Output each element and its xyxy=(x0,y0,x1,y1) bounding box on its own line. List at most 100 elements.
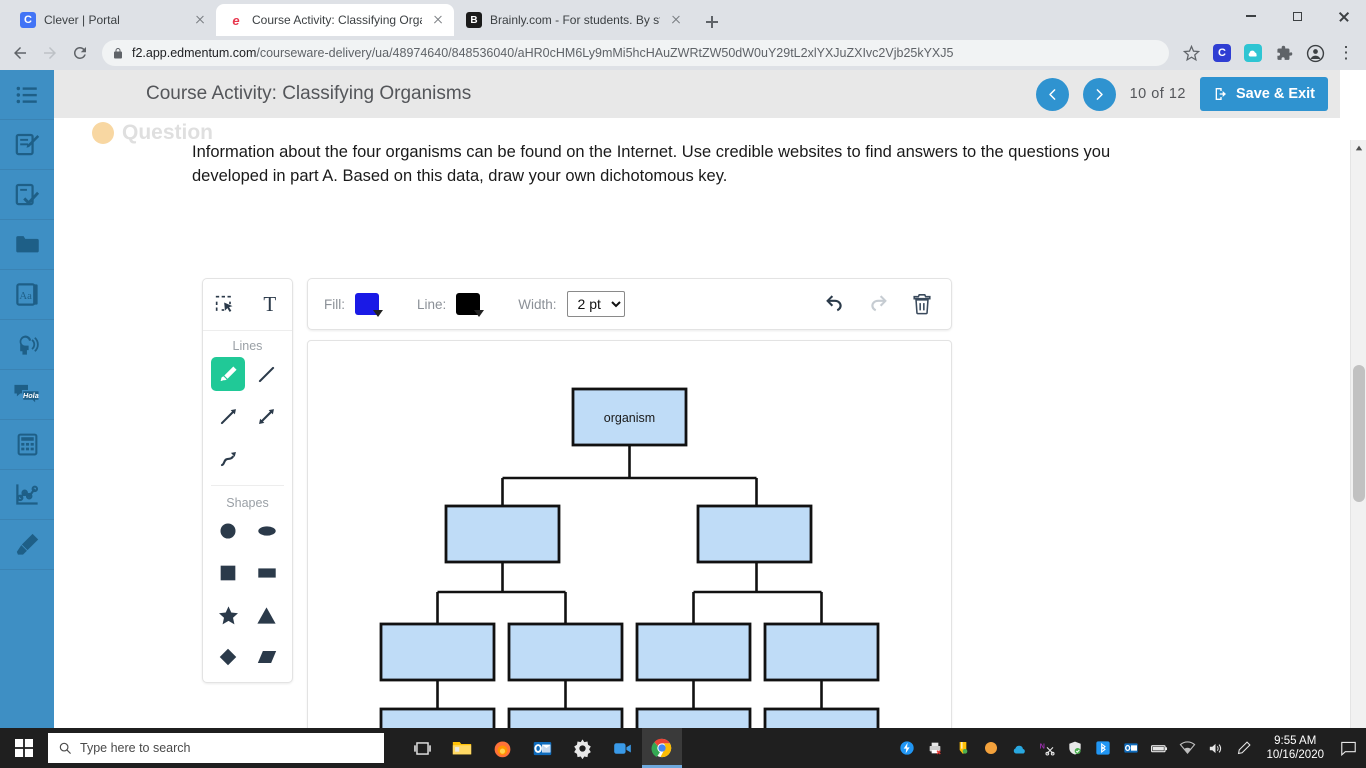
select-tool[interactable] xyxy=(208,288,242,322)
browser-tab-course-activity[interactable]: e Course Activity: Classifying Orga xyxy=(216,4,454,36)
square-shape-tool[interactable] xyxy=(211,556,245,590)
bookmark-star-icon[interactable] xyxy=(1177,39,1205,67)
forward-button[interactable] xyxy=(36,39,64,67)
circle-shape-tool[interactable] xyxy=(211,514,245,548)
sidebar-item-calculator[interactable] xyxy=(0,420,54,470)
list-icon xyxy=(16,86,37,103)
star-shape-tool[interactable] xyxy=(211,598,245,632)
node-box[interactable] xyxy=(696,504,813,564)
sidebar-item-resources[interactable] xyxy=(0,220,54,270)
node-box[interactable] xyxy=(635,622,752,682)
fill-color-swatch[interactable] xyxy=(355,293,383,317)
firefox-icon[interactable] xyxy=(482,728,522,768)
taskbar-clock[interactable]: 9:55 AM 10/16/2020 xyxy=(1258,734,1332,762)
page-scrollbar[interactable] xyxy=(1350,140,1366,768)
arrow-tool[interactable] xyxy=(211,399,245,433)
action-center-icon[interactable] xyxy=(1334,728,1362,768)
app-content: Course Activity: Classifying Organisms 1… xyxy=(54,70,1340,768)
reload-button[interactable] xyxy=(66,39,94,67)
delete-button[interactable] xyxy=(909,291,935,317)
node-box[interactable] xyxy=(379,622,496,682)
node-box[interactable] xyxy=(444,504,561,564)
drawing-canvas[interactable]: organism xyxy=(307,340,952,768)
tab-close-icon[interactable] xyxy=(668,12,684,28)
question-heading-ghost: Question xyxy=(92,120,213,146)
windows-security-icon[interactable] xyxy=(1062,728,1088,768)
arrow-icon xyxy=(220,408,236,424)
teal-extension-icon[interactable] xyxy=(1239,39,1267,67)
sidebar-item-highlighter[interactable] xyxy=(0,520,54,570)
scrollbar-thumb[interactable] xyxy=(1353,365,1365,502)
diamond-shape-tool[interactable] xyxy=(211,640,245,674)
redo-button[interactable] xyxy=(865,291,891,317)
sidebar-item-read-aloud[interactable] xyxy=(0,320,54,370)
extensions-puzzle-icon[interactable] xyxy=(1270,39,1298,67)
scroll-up-arrow[interactable] xyxy=(1351,140,1366,156)
tab-close-icon[interactable] xyxy=(430,12,446,28)
sidebar-item-table-of-contents[interactable] xyxy=(0,70,54,120)
clever-extension-icon[interactable]: C xyxy=(1208,39,1236,67)
onedrive-cloud-icon[interactable] xyxy=(1006,728,1032,768)
start-button[interactable] xyxy=(0,728,48,768)
translate-icon: Hola xyxy=(13,384,40,406)
sidebar-item-translate[interactable]: Hola xyxy=(0,370,54,420)
next-page-button[interactable] xyxy=(1082,77,1116,111)
sidebar-item-glossary[interactable]: Aa xyxy=(0,270,54,320)
power-flash-icon[interactable] xyxy=(894,728,920,768)
outlook-tray-icon[interactable] xyxy=(1118,728,1144,768)
onenote-scissors-icon[interactable]: N xyxy=(1034,728,1060,768)
task-view-icon[interactable] xyxy=(402,728,442,768)
outlook-icon[interactable] xyxy=(522,728,562,768)
profile-avatar-icon[interactable] xyxy=(1301,39,1329,67)
dictionary-icon: Aa xyxy=(15,283,38,306)
node-box[interactable] xyxy=(763,622,880,682)
pen-icon[interactable] xyxy=(1230,728,1256,768)
back-button[interactable] xyxy=(6,39,34,67)
shield-badge-icon[interactable] xyxy=(950,728,976,768)
node-box[interactable] xyxy=(507,622,624,682)
sidebar-item-notebook[interactable] xyxy=(0,120,54,170)
straight-line-tool[interactable] xyxy=(250,357,284,391)
wifi-icon[interactable] xyxy=(1174,728,1200,768)
window-minimize-button[interactable] xyxy=(1228,0,1274,32)
question-heading-label: Question xyxy=(122,121,214,144)
sidebar-item-graphing-tool[interactable] xyxy=(0,470,54,520)
width-select[interactable]: 2 pt xyxy=(566,291,625,317)
browser-tab-brainly[interactable]: B Brainly.com - For students. By stu xyxy=(454,4,692,36)
taskbar-search-box[interactable]: Type here to search xyxy=(48,733,384,763)
line-color-swatch[interactable] xyxy=(456,293,485,317)
orange-circle-icon[interactable] xyxy=(978,728,1004,768)
save-and-exit-button[interactable]: Save & Exit xyxy=(1200,77,1328,111)
text-tool[interactable]: T xyxy=(253,288,287,322)
tab-close-icon[interactable] xyxy=(192,12,208,28)
ellipse-shape-tool[interactable] xyxy=(250,514,284,548)
sidebar-item-assignments[interactable] xyxy=(0,170,54,220)
address-bar[interactable]: f2.app.edmentum.com/courseware-delivery/… xyxy=(102,40,1169,66)
browser-tab-clever[interactable]: C Clever | Portal xyxy=(8,4,216,36)
drawing-widget: T Lines Shapes Fill: Line: Width: 2 pt o… xyxy=(202,278,1002,768)
settings-gear-icon[interactable] xyxy=(562,728,602,768)
tab-title: Brainly.com - For students. By stu xyxy=(490,13,660,27)
window-close-button[interactable] xyxy=(1320,0,1366,32)
new-tab-button[interactable] xyxy=(698,8,726,36)
battery-icon[interactable] xyxy=(1146,728,1172,768)
bluetooth-icon[interactable] xyxy=(1090,728,1116,768)
freehand-pencil-tool[interactable] xyxy=(211,357,246,391)
undo-button[interactable] xyxy=(821,291,847,317)
chrome-menu-icon[interactable]: ⋮ xyxy=(1332,39,1360,67)
previous-page-button[interactable] xyxy=(1035,77,1069,111)
volume-icon[interactable] xyxy=(1202,728,1228,768)
diamond-icon xyxy=(220,648,237,666)
curved-arrow-tool[interactable] xyxy=(211,441,245,475)
printer-icon[interactable] xyxy=(922,728,948,768)
double-arrow-tool[interactable] xyxy=(250,399,284,433)
file-explorer-icon[interactable] xyxy=(442,728,482,768)
parallelogram-shape-tool[interactable] xyxy=(250,640,284,674)
triangle-shape-tool[interactable] xyxy=(250,598,284,632)
notepad-pencil-icon xyxy=(15,133,39,156)
rectangle-shape-tool[interactable] xyxy=(250,556,284,590)
teams-video-icon[interactable] xyxy=(602,728,642,768)
chrome-icon[interactable] xyxy=(642,728,682,768)
window-maximize-button[interactable] xyxy=(1274,0,1320,32)
app-left-sidebar: Aa Hola xyxy=(0,70,54,728)
